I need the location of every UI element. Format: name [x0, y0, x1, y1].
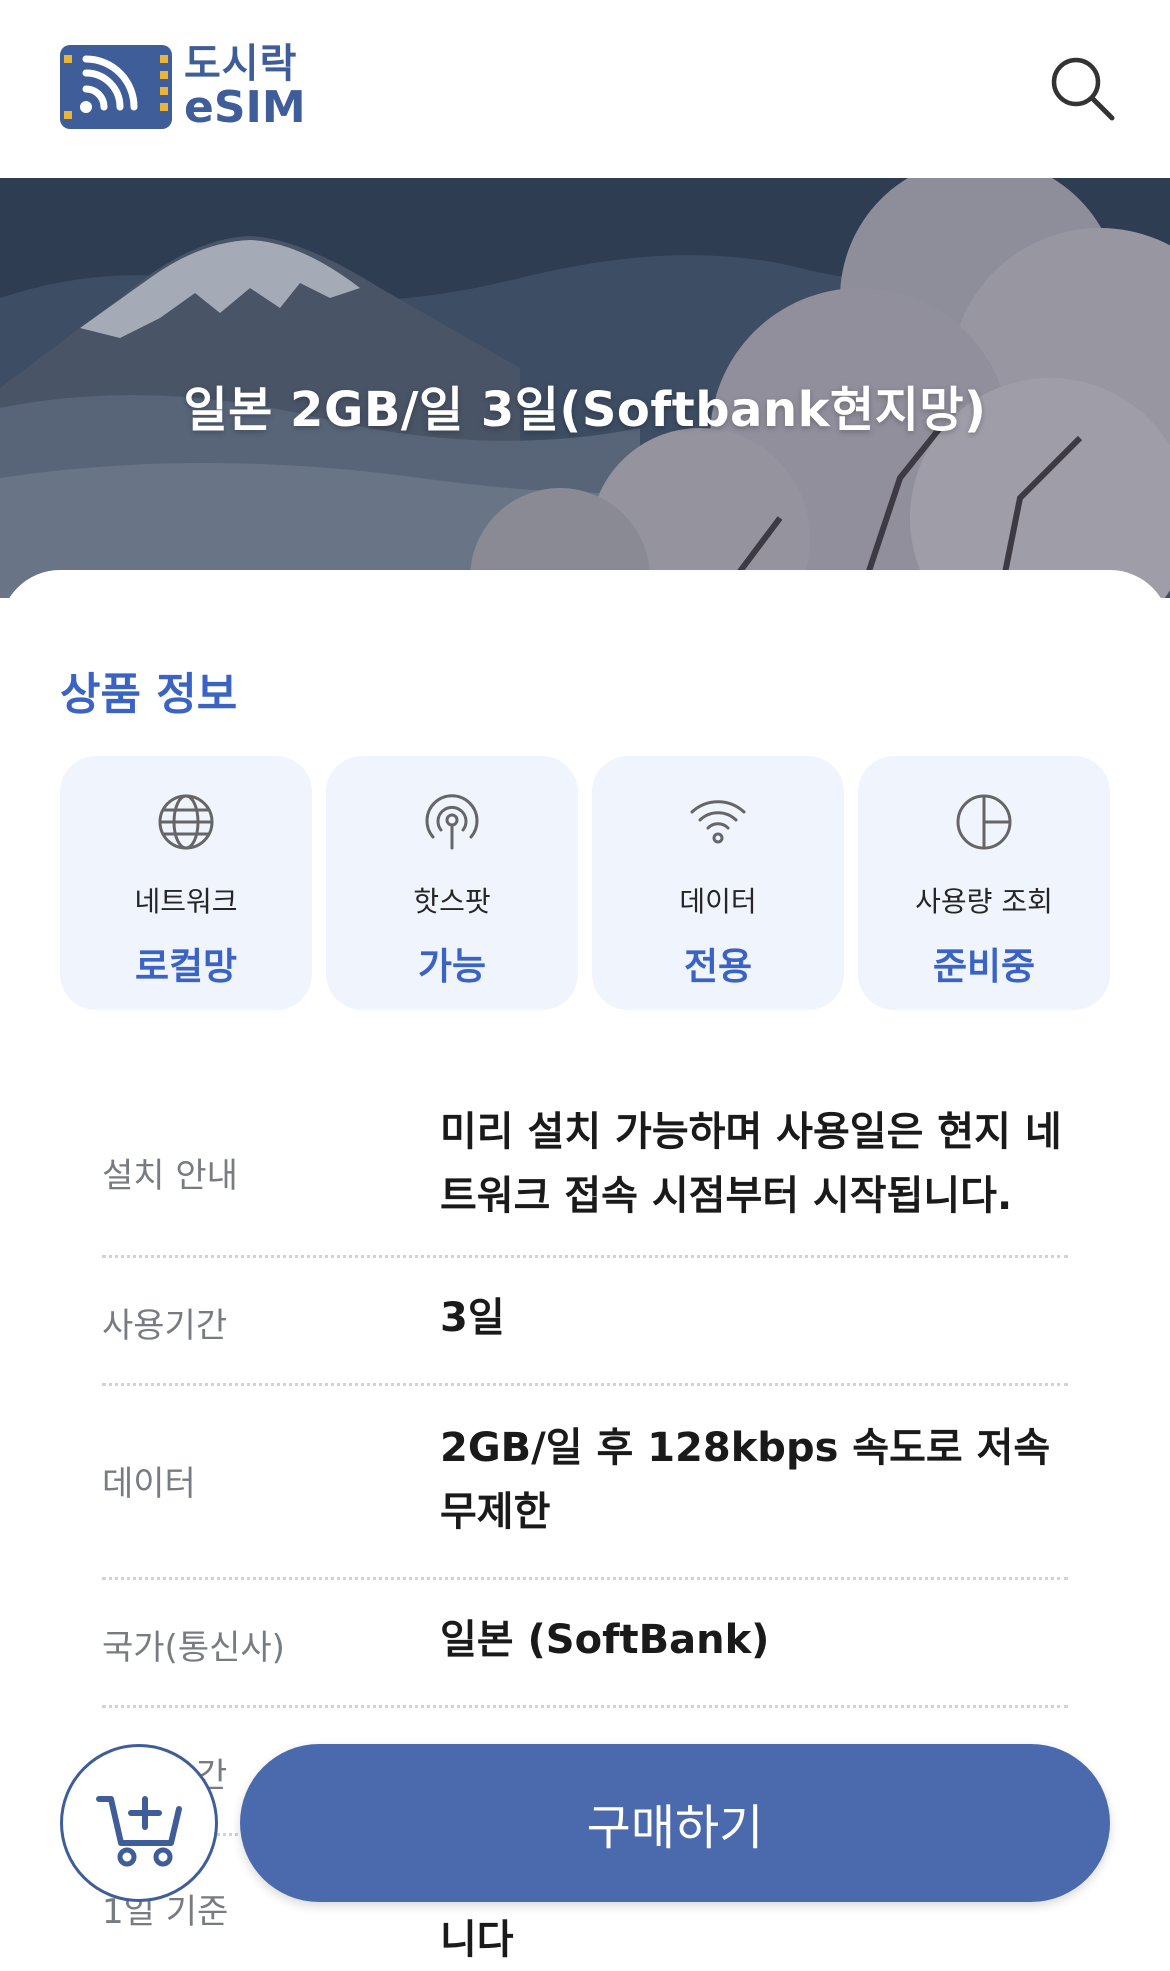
table-row: 사용기간 3일	[102, 1258, 1068, 1386]
search-icon[interactable]	[1046, 52, 1118, 124]
card-hotspot: 핫스팟 가능	[326, 756, 578, 1010]
table-row: 국가(통신사) 일본 (SoftBank)	[102, 1580, 1068, 1708]
sim-wifi-logo-icon	[60, 45, 172, 129]
card-label: 핫스팟	[413, 885, 491, 918]
add-to-cart-button[interactable]	[60, 1744, 218, 1902]
brand-logo[interactable]: 도시락 eSIM	[60, 44, 306, 130]
hotspot-icon	[422, 792, 482, 852]
card-label: 네트워크	[134, 885, 238, 918]
pie-chart-icon	[954, 792, 1014, 852]
card-value: 로컬망	[134, 945, 238, 988]
brand-name-esim: eSIM	[184, 82, 306, 133]
row-label: 데이터	[102, 1464, 196, 1504]
card-network: 네트워크 로컬망	[60, 756, 312, 1010]
row-label: 설치 안내	[102, 1156, 238, 1196]
wifi-icon	[688, 792, 748, 852]
row-value: 일본 (SoftBank)	[440, 1617, 770, 1663]
row-value: 3일	[440, 1295, 505, 1341]
row-label: 사용기간	[102, 1306, 228, 1346]
brand-name-korean: 도시락	[184, 41, 298, 87]
card-value: 준비중	[932, 945, 1036, 988]
card-value: 가능	[417, 945, 487, 988]
table-row: 데이터 2GB/일 후 128kbps 속도로 저속 무제한	[102, 1386, 1068, 1580]
card-usage: 사용량 조회 준비중	[858, 756, 1110, 1010]
card-data: 데이터 전용	[592, 756, 844, 1010]
app-header: 도시락 eSIM	[0, 0, 1170, 178]
row-value: 2GB/일 후 128kbps 속도로 저속 무제한	[440, 1425, 1051, 1535]
card-label: 사용량 조회	[915, 885, 1053, 918]
buy-button[interactable]: 구매하기	[240, 1744, 1110, 1902]
card-value: 전용	[683, 945, 753, 988]
hero-banner: 일본 2GB/일 3일(Softbank현지망)	[0, 178, 1170, 598]
feature-cards: 네트워크 로컬망 핫스팟 가능 데이터 전용 사용량 조회 준비중	[60, 756, 1110, 1010]
table-row: 설치 안내 미리 설치 가능하며 사용일은 현지 네트워크 접속 시점부터 시작…	[102, 1090, 1068, 1258]
globe-icon	[156, 792, 216, 852]
row-label: 국가(통신사)	[102, 1628, 285, 1668]
add-to-cart-icon	[96, 1796, 182, 1867]
brand-name: 도시락 eSIM	[184, 44, 306, 130]
row-value: 미리 설치 가능하며 사용일은 현지 네트워크 접속 시점부터 시작됩니다.	[440, 1109, 1062, 1219]
product-title: 일본 2GB/일 3일(Softbank현지망)	[183, 382, 987, 438]
section-title: 상품 정보	[60, 669, 238, 720]
card-label: 데이터	[679, 885, 757, 918]
